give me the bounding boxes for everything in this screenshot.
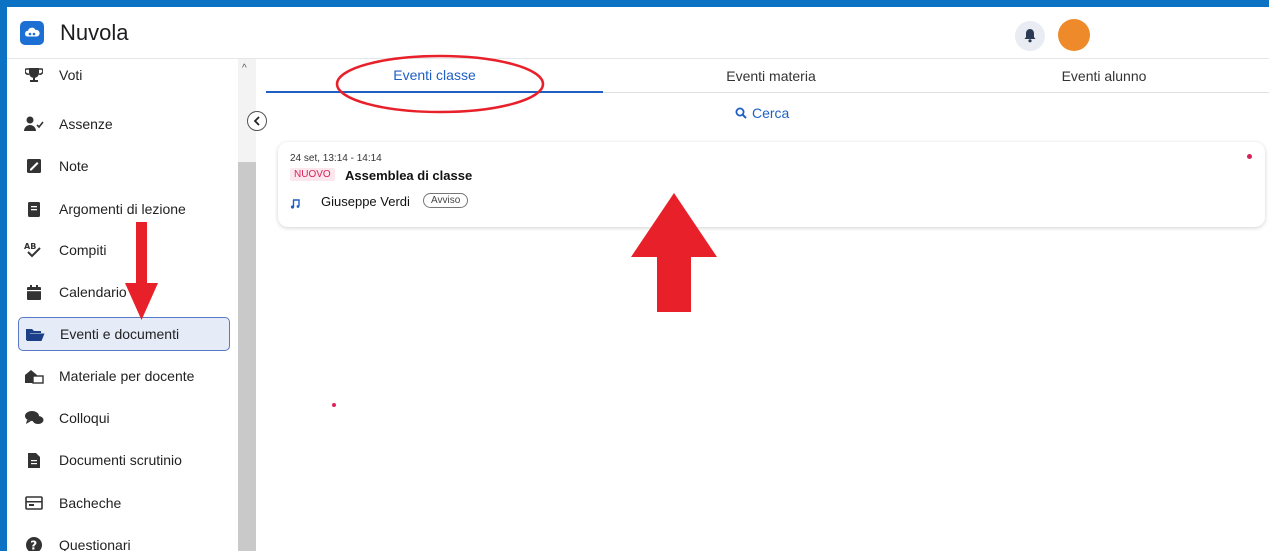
sidebar-item-eventi[interactable]: Eventi e documenti bbox=[18, 317, 230, 351]
note-icon bbox=[24, 156, 44, 176]
sidebar-item-documenti-scrutinio[interactable]: Documenti scrutinio bbox=[18, 443, 230, 477]
event-type-tag: Avviso bbox=[423, 193, 469, 208]
unread-indicator bbox=[1247, 154, 1252, 159]
event-title: Assemblea di classe bbox=[345, 168, 473, 183]
sidebar-item-label: Questionari bbox=[59, 537, 131, 551]
sidebar-item-bacheche[interactable]: Bacheche bbox=[18, 486, 230, 520]
sidebar-scrollbar-thumb[interactable] bbox=[238, 162, 256, 551]
music-note-icon bbox=[290, 196, 300, 214]
tab-eventi-materia[interactable]: Eventi materia bbox=[603, 59, 939, 93]
sidebar-item-assenze[interactable]: Assenze bbox=[18, 107, 230, 141]
avatar[interactable] bbox=[1058, 19, 1090, 51]
sidebar-item-label: Documenti scrutinio bbox=[59, 452, 182, 468]
sidebar-item-label: Calendario bbox=[59, 284, 127, 300]
sidebar-item-label: Compiti bbox=[59, 242, 107, 258]
collapse-sidebar-button[interactable] bbox=[247, 111, 267, 131]
document-icon bbox=[24, 450, 44, 470]
sidebar-item-label: Note bbox=[59, 158, 89, 174]
event-author: Giuseppe Verdi bbox=[321, 194, 410, 209]
question-icon: ? bbox=[24, 535, 44, 551]
scroll-up-icon[interactable]: ^ bbox=[242, 63, 247, 74]
sidebar-item-label: Colloqui bbox=[59, 410, 110, 426]
sidebar-item-questionari[interactable]: ? Questionari bbox=[18, 528, 230, 551]
sidebar-item-compiti[interactable]: AB Compiti bbox=[18, 233, 230, 267]
bell-icon[interactable] bbox=[1015, 21, 1045, 51]
sidebar-item-calendario[interactable]: Calendario bbox=[18, 275, 230, 309]
sidebar: Voti Assenze Note Argomenti di lezione A… bbox=[7, 59, 238, 551]
board-icon bbox=[24, 493, 44, 513]
folder-open-icon bbox=[25, 324, 45, 344]
chevron-left-icon bbox=[253, 116, 260, 126]
calendar-icon bbox=[24, 282, 44, 302]
tab-eventi-alunno[interactable]: Eventi alunno bbox=[939, 59, 1269, 93]
svg-text:AB: AB bbox=[24, 242, 36, 251]
sidebar-item-materiale[interactable]: Materiale per docente bbox=[18, 359, 230, 393]
sidebar-item-label: Argomenti di lezione bbox=[59, 201, 186, 217]
sidebar-item-label: Materiale per docente bbox=[59, 368, 195, 384]
new-badge: NUOVO bbox=[290, 168, 335, 181]
chat-icon bbox=[24, 408, 44, 428]
spellcheck-icon: AB bbox=[24, 240, 44, 260]
trophy-icon bbox=[24, 65, 44, 85]
sidebar-item-label: Voti bbox=[59, 67, 83, 83]
sidebar-item-label: Eventi e documenti bbox=[60, 326, 180, 342]
decorative-dot bbox=[332, 403, 336, 407]
search-icon bbox=[735, 107, 747, 119]
sidebar-item-label: Bacheche bbox=[59, 495, 122, 511]
search-button[interactable]: Cerca bbox=[735, 105, 789, 121]
svg-text:?: ? bbox=[30, 539, 37, 551]
tab-eventi-classe[interactable]: Eventi classe bbox=[266, 59, 603, 93]
sidebar-item-label: Assenze bbox=[59, 116, 113, 132]
event-card[interactable]: 24 set, 13:14 - 14:14 NUOVO Assemblea di… bbox=[278, 142, 1265, 227]
sidebar-item-voti[interactable]: Voti bbox=[18, 58, 230, 92]
sidebar-item-argomenti[interactable]: Argomenti di lezione bbox=[18, 192, 230, 226]
teacher-material-icon bbox=[24, 366, 44, 386]
app-window: Nuvola Voti Assenze Note Argomenti di le… bbox=[7, 7, 1269, 551]
top-bar: Nuvola bbox=[7, 7, 1269, 59]
events-tabs: Eventi classe Eventi materia Eventi alun… bbox=[266, 59, 1269, 93]
app-title: Nuvola bbox=[60, 20, 129, 45]
event-time: 24 set, 13:14 - 14:14 bbox=[290, 153, 382, 164]
nuvola-logo-icon[interactable] bbox=[20, 21, 44, 45]
sidebar-item-note[interactable]: Note bbox=[18, 149, 230, 183]
user-check-icon bbox=[24, 114, 44, 134]
book-icon bbox=[24, 199, 44, 219]
sidebar-item-colloqui[interactable]: Colloqui bbox=[18, 401, 230, 435]
